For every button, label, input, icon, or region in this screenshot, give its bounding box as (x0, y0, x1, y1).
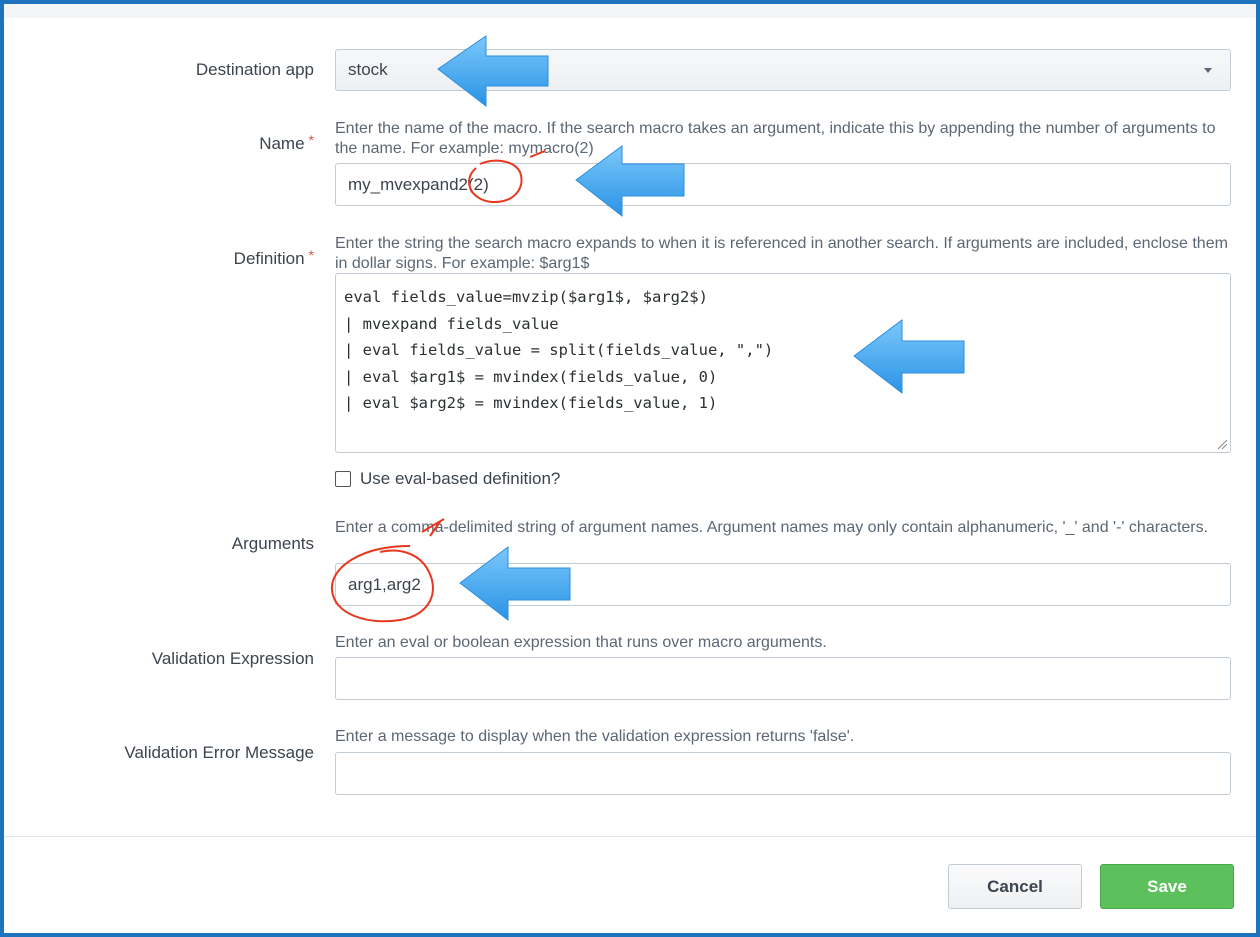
definition-line: | eval fields_value = split(fields_value… (344, 341, 774, 359)
arguments-label-text: Arguments (231, 534, 314, 553)
destination-app-label: Destination app (114, 60, 314, 80)
arguments-label: Arguments (114, 534, 314, 554)
required-mark: * (308, 247, 314, 263)
name-input[interactable]: my_mvexpand2(2) (335, 163, 1231, 206)
resize-grip-icon[interactable] (1216, 438, 1228, 450)
arguments-input[interactable]: arg1,arg2 (335, 563, 1231, 606)
validation-error-message-label-text: Validation Error Message (124, 743, 314, 762)
name-input-value: my_mvexpand2(2) (348, 174, 489, 194)
top-band (4, 4, 1256, 18)
validation-expression-label: Validation Expression (114, 649, 314, 669)
arguments-help-text: Enter a comma-delimited string of argume… (335, 519, 1209, 536)
required-mark: * (308, 132, 314, 148)
eval-based-checkbox-label: Use eval-based definition? (360, 469, 561, 488)
validation-expression-label-text: Validation Expression (151, 649, 314, 668)
caret-down-icon (1204, 68, 1212, 73)
name-label: Name * (114, 132, 314, 154)
validation-error-message-input[interactable] (335, 752, 1231, 795)
validation-error-message-label: Validation Error Message (104, 743, 314, 763)
eval-based-checkbox-row[interactable]: Use eval-based definition? (335, 469, 560, 489)
validation-expression-help-text: Enter an eval or boolean expression that… (335, 634, 827, 651)
destination-app-label-text: Destination app (195, 60, 314, 79)
name-help-text: Enter the name of the macro. If the sear… (335, 120, 1216, 157)
definition-line: | eval $arg1$ = mvindex(fields_value, 0) (344, 367, 718, 386)
eval-based-checkbox[interactable] (335, 471, 351, 487)
cancel-button[interactable]: Cancel (948, 864, 1082, 909)
save-button-label: Save (1147, 876, 1187, 896)
cancel-button-label: Cancel (987, 876, 1043, 896)
definition-line: | eval $arg2$ = mvindex(fields_value, 1) (344, 394, 718, 412)
destination-app-value: stock (348, 60, 388, 79)
name-label-text: Name (259, 134, 305, 153)
arguments-input-value: arg1,arg2 (348, 574, 421, 594)
definition-label: Definition * (114, 247, 314, 269)
destination-app-select[interactable]: stock (335, 49, 1231, 91)
definition-help-text: Enter the string the search macro expand… (335, 235, 1228, 272)
definition-label-text: Definition (233, 249, 305, 268)
definition-textarea[interactable]: eval fields_value=mvzip($arg1$, $arg2$) … (335, 273, 1231, 453)
footer-divider (4, 836, 1256, 837)
validation-expression-input[interactable] (335, 657, 1231, 700)
definition-line: | mvexpand fields_value (344, 314, 559, 333)
definition-line: eval fields_value=mvzip($arg1$, $arg2$) (344, 288, 708, 306)
validation-error-message-help-text: Enter a message to display when the vali… (335, 728, 855, 745)
save-button[interactable]: Save (1100, 864, 1234, 909)
